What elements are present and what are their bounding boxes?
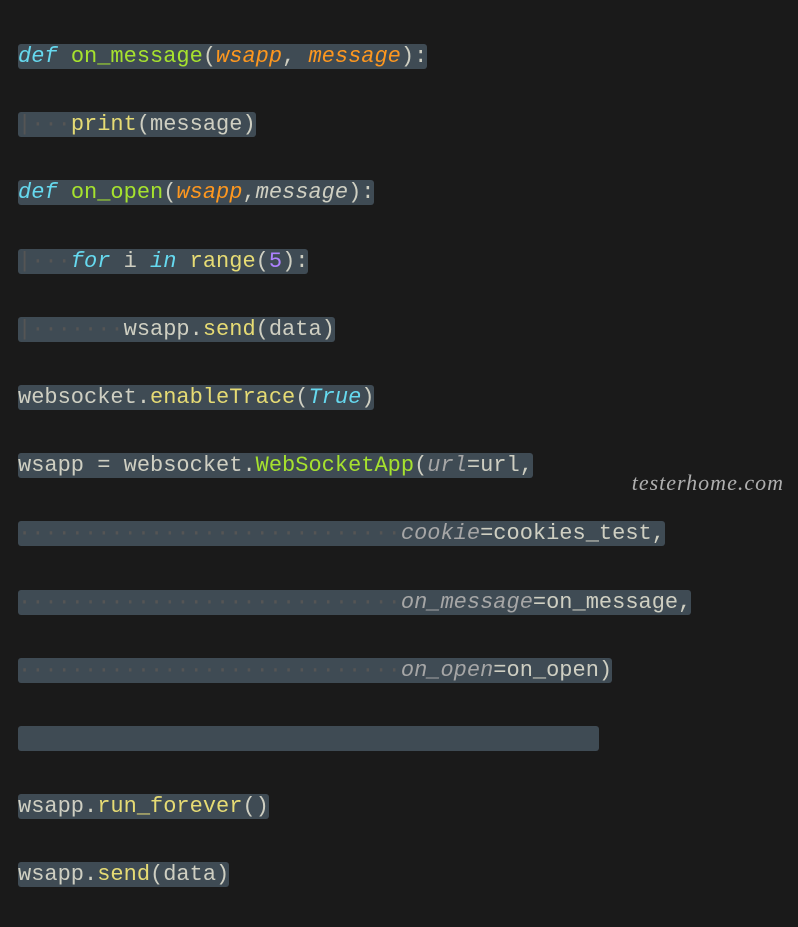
kwarg: cookie	[401, 521, 480, 546]
identifier: on_open	[507, 658, 599, 683]
call: enableTrace	[150, 385, 295, 410]
call: send	[97, 862, 150, 887]
code-line: def on_message(wsapp, message):	[18, 40, 798, 74]
kwarg: url	[427, 453, 467, 478]
identifier: message	[150, 112, 242, 137]
param: message	[308, 44, 400, 69]
identifier: data	[269, 317, 322, 342]
code-line: ·····························on_message=…	[18, 586, 798, 620]
call: send	[203, 317, 256, 342]
call: range	[190, 249, 256, 274]
code-line: def on_open(wsapp,message):	[18, 176, 798, 210]
function-name: on_message	[71, 44, 203, 69]
code-line: wsapp.send(data)	[18, 858, 798, 892]
identifier: i	[124, 249, 137, 274]
identifier: wsapp	[18, 794, 84, 819]
identifier: websocket	[124, 453, 243, 478]
code-line: |·······wsapp.send(data)	[18, 313, 798, 347]
code-editor[interactable]: def on_message(wsapp, message): |···prin…	[0, 0, 798, 927]
code-line: ·····························on_open=on_…	[18, 654, 798, 688]
code-line: |···for i in range(5):	[18, 245, 798, 279]
number: 5	[269, 249, 282, 274]
identifier: url	[480, 453, 520, 478]
identifier: wsapp	[124, 317, 190, 342]
identifier: cookies_test	[493, 521, 651, 546]
param: message	[256, 180, 348, 205]
identifier: wsapp	[18, 453, 84, 478]
boolean: True	[308, 385, 361, 410]
keyword-def: def	[18, 44, 58, 69]
code-line: |···print(message)	[18, 108, 798, 142]
kwarg: on_open	[401, 658, 493, 683]
keyword-for: for	[71, 249, 111, 274]
identifier: data	[163, 862, 216, 887]
call: print	[71, 112, 137, 137]
class-name: WebSocketApp	[256, 453, 414, 478]
code-line: wsapp.run_forever()	[18, 790, 798, 824]
keyword-in: in	[150, 249, 176, 274]
identifier: on_message	[546, 590, 678, 615]
param: wsapp	[216, 44, 282, 69]
watermark: testerhome.com	[632, 466, 784, 500]
function-name: on_open	[71, 180, 163, 205]
code-line	[18, 722, 798, 756]
kwarg: on_message	[401, 590, 533, 615]
identifier: wsapp	[18, 862, 84, 887]
call: run_forever	[97, 794, 242, 819]
code-line: websocket.enableTrace(True)	[18, 381, 798, 415]
keyword-def: def	[18, 180, 58, 205]
param: wsapp	[176, 180, 242, 205]
identifier: websocket	[18, 385, 137, 410]
code-line: ·····························cookie=cook…	[18, 517, 798, 551]
